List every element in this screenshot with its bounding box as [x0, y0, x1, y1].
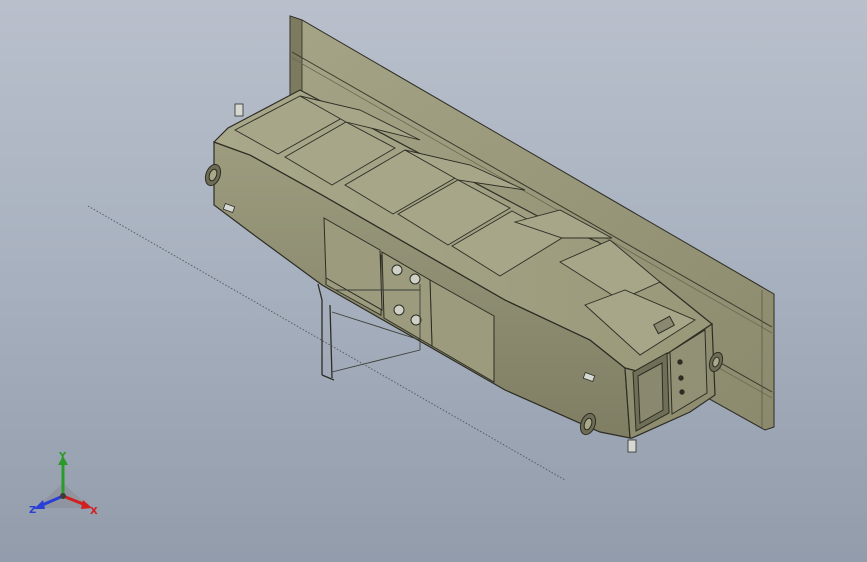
model-scene[interactable]	[0, 0, 867, 562]
x-axis-label: X	[90, 506, 98, 517]
hanging-rods[interactable]	[317, 283, 335, 381]
cad-viewport[interactable]: Y X Z	[0, 0, 867, 562]
z-axis-label: Z	[29, 505, 37, 516]
y-axis-label: Y	[59, 451, 67, 462]
